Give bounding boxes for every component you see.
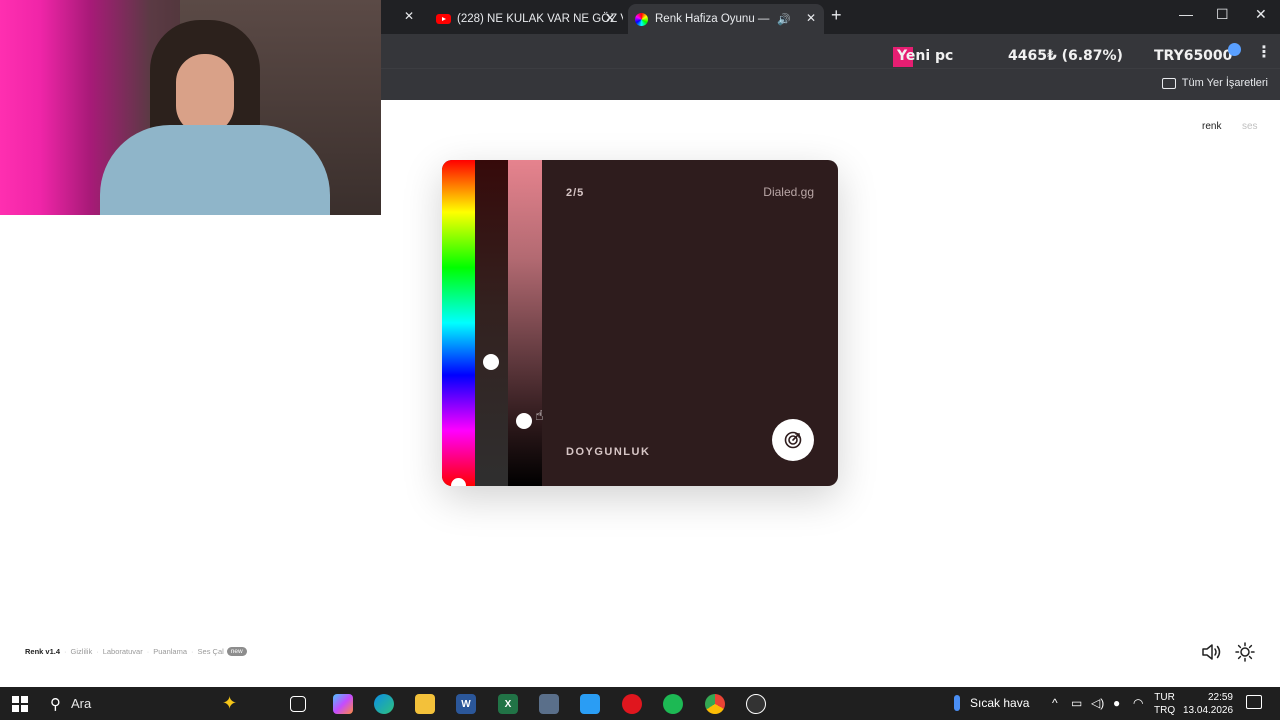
microphone-icon[interactable]: ●: [1113, 696, 1120, 710]
webcam-person-face: [176, 54, 234, 134]
sound-toggle-button[interactable]: [1201, 642, 1223, 662]
diamond-icon: [1228, 43, 1241, 56]
browser-menu-icon[interactable]: ⋮: [1256, 42, 1272, 62]
youtube-icon: [436, 14, 451, 24]
copilot-icon[interactable]: [333, 694, 353, 714]
new-badge: new: [226, 647, 247, 656]
saturation-slider-handle[interactable]: [483, 354, 499, 370]
battery-icon[interactable]: ▭: [1071, 696, 1082, 710]
tab-close-button[interactable]: ✕: [806, 11, 816, 25]
theme-toggle-button[interactable]: [1235, 642, 1255, 662]
windows-taskbar: ⚲ Ara ✦ W X Sıcak hava ^ ▭ ◁) ● ◠ TUR TR…: [0, 687, 1280, 720]
speaker-icon[interactable]: 🔊: [777, 13, 791, 26]
clock-date: 13.04.2026: [1183, 705, 1234, 716]
chrome-icon[interactable]: [705, 694, 725, 714]
brightness-slider-handle[interactable]: [516, 413, 532, 429]
tab-title: Renk Hafiza Oyunu — Renk: [655, 13, 773, 25]
round-counter: 2/5: [566, 187, 585, 199]
tab-close-button[interactable]: ✕: [404, 9, 414, 23]
edge-icon[interactable]: [374, 694, 394, 714]
new-tab-button[interactable]: +: [831, 5, 842, 26]
file-explorer-icon[interactable]: [415, 694, 435, 714]
volume-icon[interactable]: ◁): [1091, 696, 1104, 710]
speaker-icon: [1202, 644, 1221, 660]
saturation-slider[interactable]: [475, 160, 508, 486]
tab-renk-game[interactable]: Renk Hafiza Oyunu — Renk 🔊 ✕: [628, 4, 824, 34]
windows-start-button[interactable]: [12, 696, 28, 712]
ticker-target: TRY65000: [1154, 48, 1233, 64]
ticker-price: 4465₺ (6.87%): [1008, 48, 1123, 64]
window-close-button[interactable]: ✕: [1255, 6, 1267, 23]
system-clock[interactable]: 22:59 13.04.2026: [1183, 691, 1233, 717]
minimize-button[interactable]: —: [1179, 6, 1193, 22]
obs-icon[interactable]: [746, 694, 766, 714]
sparkle-icon: ✦: [222, 693, 238, 713]
ticker-name: Yeni pc: [897, 48, 954, 64]
tab-youtube[interactable]: (228) NE KULAK VAR NE GÖZ V ✕: [428, 4, 623, 34]
language-indicator[interactable]: TUR TRQ: [1154, 691, 1175, 717]
tab-title: (228) NE KULAK VAR NE GÖZ V: [457, 13, 623, 25]
footer-link-gizlilik[interactable]: Gizlilik: [71, 647, 93, 656]
page-footer: Renk v1.4 · Gizlilik · Laboratuvar · Pua…: [25, 647, 247, 656]
task-view-icon[interactable]: [290, 696, 306, 712]
store-icon[interactable]: [580, 694, 600, 714]
target-icon: [784, 431, 802, 449]
color-game-card: ☝ 2/5 Dialed.gg DOYGUNLUK: [442, 160, 838, 486]
language-bottom: TRQ: [1154, 705, 1176, 716]
excel-icon[interactable]: X: [498, 694, 518, 714]
all-bookmarks-label: Tüm Yer İşaretleri: [1181, 77, 1268, 89]
taskbar-search[interactable]: ⚲ Ara ✦: [40, 687, 280, 720]
brand-label[interactable]: Dialed.gg: [763, 185, 814, 199]
footer-link-ses-cal[interactable]: Ses Çal: [198, 647, 224, 656]
nav-ses-link[interactable]: ses: [1242, 121, 1258, 132]
footer-link-laboratuvar[interactable]: Laboratuvar: [103, 647, 143, 656]
search-icon: ⚲: [50, 695, 61, 713]
sun-icon: [1235, 642, 1255, 662]
hand-cursor-icon: ☝: [535, 407, 544, 423]
weather-label: Sıcak hava: [970, 696, 1030, 710]
hue-slider[interactable]: [442, 160, 475, 486]
version-label: Renk v1.4: [25, 647, 61, 656]
weather-widget[interactable]: Sıcak hava: [954, 695, 1029, 711]
search-placeholder: Ara: [71, 696, 92, 711]
webcam-person-shirt: [100, 125, 330, 215]
maximize-button[interactable]: ☐: [1216, 6, 1229, 23]
footer-link-puanlama[interactable]: Puanlama: [153, 647, 187, 656]
brightness-slider[interactable]: [508, 160, 542, 486]
tab-close-button[interactable]: ✕: [605, 11, 615, 25]
wifi-icon[interactable]: ◠: [1133, 696, 1143, 710]
opera-icon[interactable]: [622, 694, 642, 714]
nav-renk-link[interactable]: renk: [1202, 121, 1221, 132]
notification-icon[interactable]: [1246, 695, 1262, 709]
hue-slider-handle[interactable]: [451, 478, 466, 486]
spotify-icon[interactable]: [663, 694, 683, 714]
word-icon[interactable]: W: [456, 694, 476, 714]
thermometer-icon: [954, 695, 960, 711]
all-bookmarks-button[interactable]: Tüm Yer İşaretleri: [1161, 77, 1268, 89]
slider-mode-label: DOYGUNLUK: [566, 446, 651, 458]
clock-time: 22:59: [1207, 692, 1233, 703]
calculator-icon[interactable]: [539, 694, 559, 714]
folder-icon: [1161, 77, 1176, 89]
chevron-up-icon[interactable]: ^: [1052, 696, 1058, 710]
color-wheel-icon: [635, 12, 648, 26]
submit-guess-button[interactable]: [772, 419, 814, 461]
webcam-overlay: [0, 0, 381, 215]
language-top: TUR: [1154, 692, 1175, 703]
stream-goal-ticker: Yeni pc 4465₺ (6.87%) TRY65000: [893, 43, 1241, 67]
